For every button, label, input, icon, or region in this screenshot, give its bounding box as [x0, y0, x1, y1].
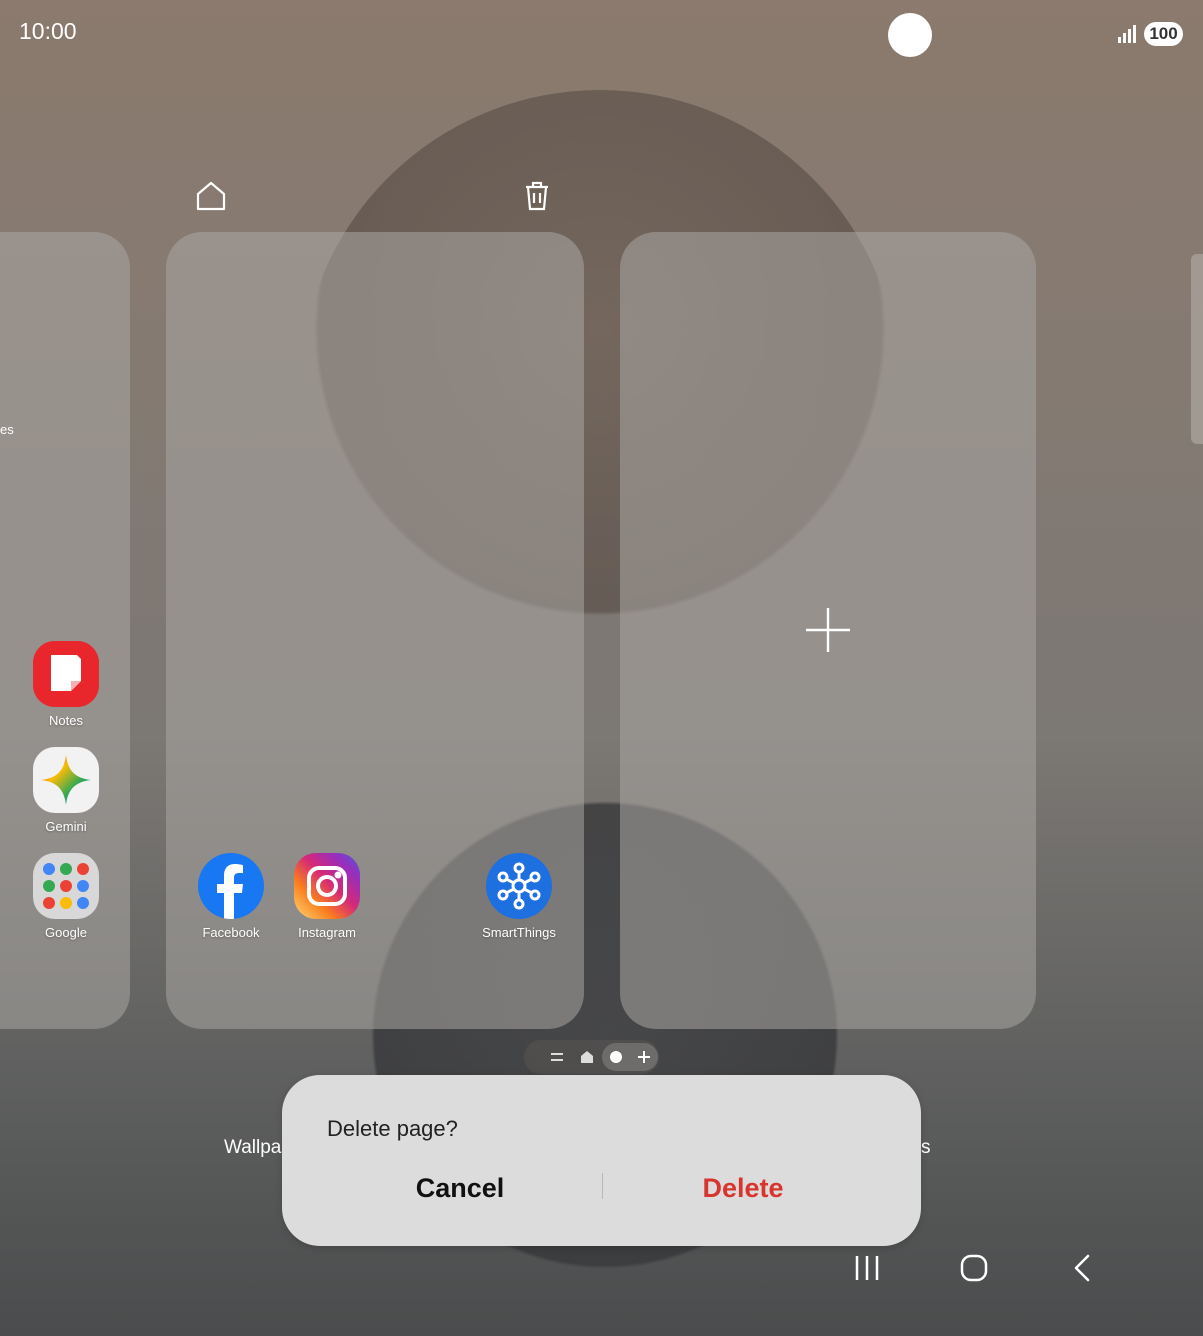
facebook-icon: [198, 853, 264, 919]
home-icon[interactable]: [193, 178, 229, 214]
app-notes[interactable]: Notes: [21, 641, 111, 728]
wallpaper-label: Wallpa: [224, 1137, 282, 1158]
settings-label: s: [921, 1137, 931, 1158]
app-label: Notes: [49, 713, 83, 728]
notes-icon: [33, 641, 99, 707]
app-label: Facebook: [202, 925, 260, 940]
plus-icon[interactable]: [804, 606, 852, 654]
home-dot-icon: [581, 1051, 593, 1063]
app-label: Instagram: [298, 925, 356, 940]
app-label: SmartThings: [482, 925, 556, 940]
status-time: 10:00: [19, 18, 77, 44]
edge-panel-handle[interactable]: [1191, 254, 1203, 444]
camera-cutout: [888, 13, 932, 57]
app-label: Google: [45, 925, 87, 940]
gemini-icon: [33, 747, 99, 813]
google-folder-icon: [33, 853, 99, 919]
instagram-icon: [294, 853, 360, 919]
app-label: Gemini: [45, 819, 87, 834]
add-page-icon: [638, 1051, 650, 1063]
battery-level: 100: [1149, 24, 1178, 43]
home-nav-icon[interactable]: [952, 1248, 996, 1288]
trash-icon[interactable]: [519, 178, 555, 214]
app-gemini[interactable]: Gemini: [21, 747, 111, 834]
page-indicator[interactable]: [524, 1040, 659, 1074]
status-bar: 10:00 100: [0, 0, 1203, 66]
app-smartthings[interactable]: SmartThings: [474, 853, 564, 940]
menu-lines-icon: [551, 1053, 563, 1061]
delete-button[interactable]: Delete: [603, 1168, 883, 1208]
dot-icon: [610, 1051, 622, 1063]
smartthings-icon: [486, 853, 552, 919]
cancel-button[interactable]: Cancel: [320, 1168, 600, 1208]
recents-icon[interactable]: [845, 1248, 889, 1288]
battery-indicator: 100: [1144, 22, 1183, 46]
edge-label: es: [0, 422, 14, 437]
app-google-folder[interactable]: Google: [21, 853, 111, 940]
app-facebook[interactable]: Facebook: [186, 853, 276, 940]
app-instagram[interactable]: Instagram: [282, 853, 372, 940]
dialog-title: Delete page?: [327, 1116, 458, 1141]
back-icon[interactable]: [1060, 1248, 1104, 1288]
delete-page-dialog: Delete page? Cancel Delete: [282, 1075, 921, 1246]
signal-icon: [1118, 25, 1136, 43]
